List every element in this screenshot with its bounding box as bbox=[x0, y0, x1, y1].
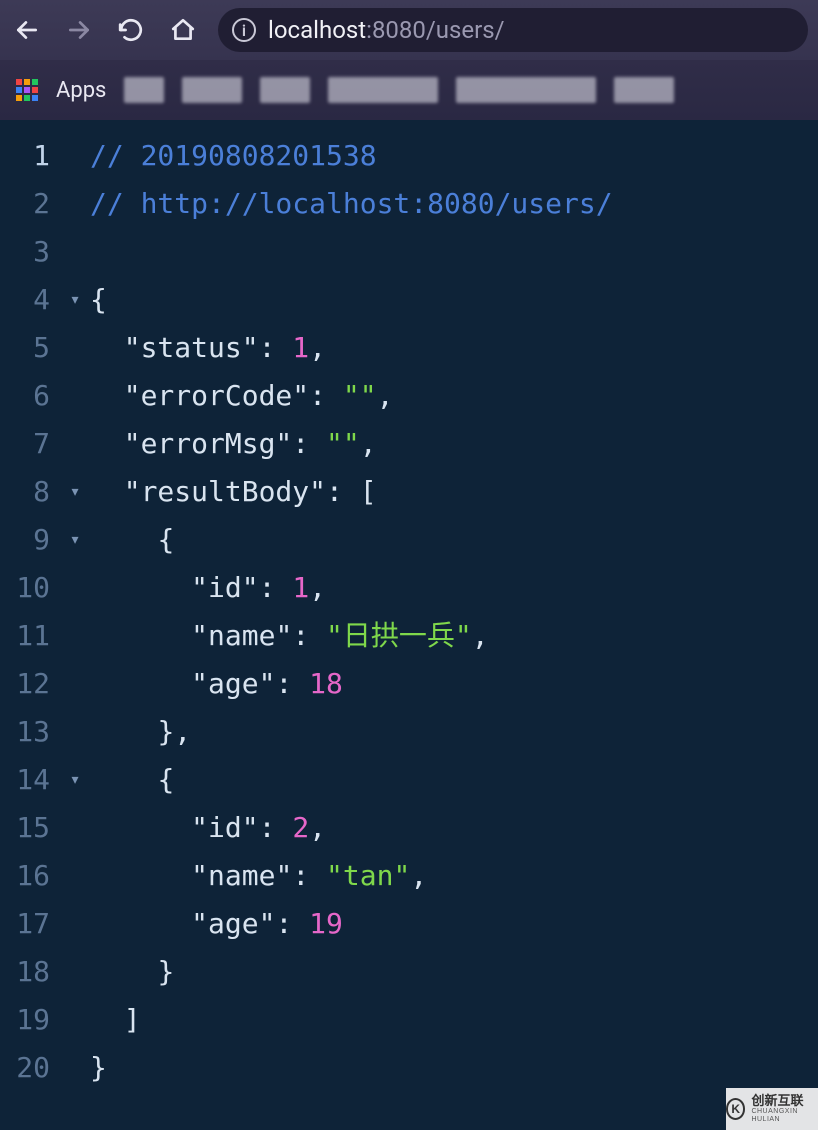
line-number: 19 bbox=[0, 996, 60, 1044]
bookmark-item[interactable] bbox=[614, 77, 674, 103]
line-number: 5 bbox=[0, 324, 60, 372]
line-number: 14 bbox=[0, 756, 60, 804]
fold-toggle bbox=[60, 948, 90, 996]
fold-toggle bbox=[60, 1044, 90, 1092]
fold-toggle bbox=[60, 228, 90, 276]
apps-icon[interactable] bbox=[16, 79, 38, 101]
line-number: 12 bbox=[0, 660, 60, 708]
code-content[interactable]: // 20190808201538// http://localhost:808… bbox=[90, 120, 818, 1092]
line-number: 3 bbox=[0, 228, 60, 276]
apps-label[interactable]: Apps bbox=[56, 78, 106, 103]
code-line: "status": 1, bbox=[90, 324, 818, 372]
line-number: 15 bbox=[0, 804, 60, 852]
line-number: 6 bbox=[0, 372, 60, 420]
line-number: 13 bbox=[0, 708, 60, 756]
line-number: 20 bbox=[0, 1044, 60, 1092]
line-number: 7 bbox=[0, 420, 60, 468]
fold-toggle bbox=[60, 180, 90, 228]
fold-toggle[interactable]: ▾ bbox=[60, 468, 90, 516]
bookmark-item[interactable] bbox=[124, 77, 164, 103]
line-number: 2 bbox=[0, 180, 60, 228]
line-number-gutter: 1234567891011121314151617181920 bbox=[0, 120, 60, 1092]
line-number: 4 bbox=[0, 276, 60, 324]
code-line: "errorMsg": "", bbox=[90, 420, 818, 468]
line-number: 9 bbox=[0, 516, 60, 564]
code-line: "age": 19 bbox=[90, 900, 818, 948]
fold-toggle bbox=[60, 324, 90, 372]
code-line: } bbox=[90, 948, 818, 996]
code-line: "age": 18 bbox=[90, 660, 818, 708]
watermark-text-en: CHUANGXIN HULIAN bbox=[751, 1108, 818, 1123]
code-line: "id": 1, bbox=[90, 564, 818, 612]
fold-toggle bbox=[60, 804, 90, 852]
bookmark-item[interactable] bbox=[456, 77, 596, 103]
code-line: "errorCode": "", bbox=[90, 372, 818, 420]
fold-toggle bbox=[60, 996, 90, 1044]
line-number: 8 bbox=[0, 468, 60, 516]
bookmarks-bar: Apps bbox=[0, 60, 818, 120]
code-line: ] bbox=[90, 996, 818, 1044]
watermark-text-cn: 创新互联 bbox=[751, 1094, 818, 1108]
line-number: 11 bbox=[0, 612, 60, 660]
code-line: // http://localhost:8080/users/ bbox=[90, 180, 818, 228]
line-number: 16 bbox=[0, 852, 60, 900]
url-path: :8080/users/ bbox=[366, 16, 504, 44]
fold-toggle bbox=[60, 132, 90, 180]
forward-button[interactable] bbox=[62, 13, 96, 47]
code-line: "name": "tan", bbox=[90, 852, 818, 900]
code-line: "name": "日拱一兵", bbox=[90, 612, 818, 660]
bookmark-item[interactable] bbox=[328, 77, 438, 103]
bookmark-item[interactable] bbox=[260, 77, 310, 103]
line-number: 17 bbox=[0, 900, 60, 948]
fold-toggle bbox=[60, 372, 90, 420]
code-line: { bbox=[90, 756, 818, 804]
code-line: { bbox=[90, 276, 818, 324]
line-number: 10 bbox=[0, 564, 60, 612]
json-viewer: 1234567891011121314151617181920 ▾▾▾▾ // … bbox=[0, 120, 818, 1092]
site-info-icon[interactable]: i bbox=[232, 18, 256, 42]
fold-toggle bbox=[60, 420, 90, 468]
url-host: localhost bbox=[268, 16, 366, 44]
code-line: // 20190808201538 bbox=[90, 132, 818, 180]
watermark: K 创新互联 CHUANGXIN HULIAN bbox=[726, 1088, 818, 1130]
code-line: }, bbox=[90, 708, 818, 756]
fold-toggle bbox=[60, 852, 90, 900]
fold-toggle[interactable]: ▾ bbox=[60, 276, 90, 324]
fold-toggle[interactable]: ▾ bbox=[60, 516, 90, 564]
fold-gutter: ▾▾▾▾ bbox=[60, 120, 90, 1092]
bookmark-item[interactable] bbox=[182, 77, 242, 103]
home-button[interactable] bbox=[166, 13, 200, 47]
code-line: } bbox=[90, 1044, 818, 1092]
fold-toggle bbox=[60, 708, 90, 756]
watermark-logo-icon: K bbox=[726, 1098, 745, 1120]
address-bar[interactable]: i localhost:8080/users/ bbox=[218, 8, 808, 52]
url-text: localhost:8080/users/ bbox=[268, 16, 505, 44]
back-button[interactable] bbox=[10, 13, 44, 47]
fold-toggle bbox=[60, 660, 90, 708]
code-line: { bbox=[90, 516, 818, 564]
fold-toggle bbox=[60, 564, 90, 612]
reload-button[interactable] bbox=[114, 13, 148, 47]
code-line bbox=[90, 228, 818, 276]
fold-toggle bbox=[60, 612, 90, 660]
browser-toolbar: i localhost:8080/users/ bbox=[0, 0, 818, 60]
code-line: "resultBody": [ bbox=[90, 468, 818, 516]
fold-toggle bbox=[60, 900, 90, 948]
line-number: 18 bbox=[0, 948, 60, 996]
code-line: "id": 2, bbox=[90, 804, 818, 852]
fold-toggle[interactable]: ▾ bbox=[60, 756, 90, 804]
line-number: 1 bbox=[0, 132, 60, 180]
